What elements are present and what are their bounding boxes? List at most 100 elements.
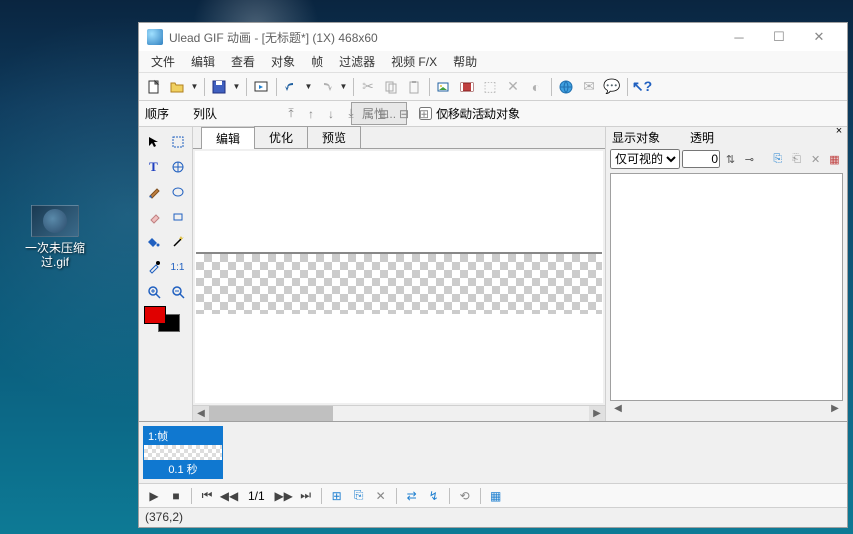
menu-help[interactable]: 帮助 (445, 51, 485, 72)
color-swatch[interactable] (142, 305, 189, 337)
oval-tool[interactable] (166, 180, 189, 204)
add-video-button[interactable] (456, 76, 478, 98)
panel-paste-icon[interactable]: ⎗ (788, 150, 805, 168)
selection-tool[interactable] (166, 130, 189, 154)
menu-videofx[interactable]: 视频 F/X (383, 51, 445, 72)
redo-button[interactable] (315, 76, 337, 98)
statusbar: (376,2) (139, 507, 847, 527)
frame-1[interactable]: 1:帧 0.1 秒 (143, 426, 223, 479)
zoom-out-tool[interactable] (166, 280, 189, 304)
pointer-tool[interactable] (142, 130, 165, 154)
scroll-thumb[interactable] (209, 406, 333, 421)
tool-btn-1[interactable]: ⬚ (479, 76, 501, 98)
zoom-in-tool[interactable] (142, 280, 165, 304)
scroll-right-icon[interactable]: ▶ (589, 406, 605, 421)
save-dropdown[interactable]: ▼ (231, 76, 242, 98)
panel-close-icon[interactable]: × (833, 126, 845, 138)
tool-btn-2[interactable]: ✕ (502, 76, 524, 98)
canvas[interactable] (195, 151, 603, 403)
open-button[interactable] (166, 76, 188, 98)
frame-props-icon[interactable]: ▦ (487, 487, 505, 505)
reverse-icon[interactable]: ↯ (425, 487, 443, 505)
desktop-file-icon[interactable]: 一次未压缩过.gif (15, 205, 95, 269)
order-down-icon[interactable]: ↓ (322, 105, 340, 123)
menu-filter[interactable]: 过滤器 (331, 51, 383, 72)
align-icon-5[interactable]: ⊞ (455, 105, 473, 123)
order-bottom-icon[interactable]: ⤓ (342, 105, 360, 123)
open-dropdown[interactable]: ▼ (189, 76, 200, 98)
tool-btn-3[interactable]: ◐ (525, 76, 547, 98)
preview-button[interactable] (250, 76, 272, 98)
panel-props-icon[interactable]: ▦ (826, 150, 843, 168)
text-tool[interactable]: T (142, 155, 165, 179)
titlebar[interactable]: Ulead GIF 动画 - [无标题*] (1X) 468x60 ─ ☐ ✕ (139, 23, 847, 51)
scroll-left-icon[interactable]: ◀ (193, 406, 209, 421)
stop-icon[interactable]: ■ (167, 487, 185, 505)
undo-button[interactable] (280, 76, 302, 98)
paste-button[interactable] (403, 76, 425, 98)
cursor-coords: (376,2) (145, 510, 183, 524)
del-frame-icon[interactable]: ✕ (372, 487, 390, 505)
panel-hscroll[interactable]: ◀ ▶ (610, 403, 843, 419)
menu-edit[interactable]: 编辑 (183, 51, 223, 72)
transparent-input[interactable] (682, 150, 720, 168)
tab-optimize[interactable]: 优化 (254, 126, 308, 148)
rect-tool[interactable] (166, 205, 189, 229)
brush-tool[interactable] (142, 180, 165, 204)
next-frame-icon[interactable]: ▶▶ (275, 487, 293, 505)
timeline[interactable]: 1:帧 0.1 秒 (139, 421, 847, 483)
loop-icon[interactable]: ⟲ (456, 487, 474, 505)
align-icon-3[interactable]: ⊞ (415, 105, 433, 123)
redo-dropdown[interactable]: ▼ (338, 76, 349, 98)
add-image-button[interactable] (433, 76, 455, 98)
scale-1-1-tool[interactable]: 1:1 (166, 255, 189, 279)
tween-icon[interactable]: ⇄ (403, 487, 421, 505)
first-frame-icon[interactable]: ⏮ (198, 487, 216, 505)
menu-object[interactable]: 对象 (263, 51, 303, 72)
eraser-tool[interactable] (142, 205, 165, 229)
frame-counter: 1/1 (242, 489, 271, 503)
slider-icon[interactable]: ⊸ (741, 150, 758, 168)
tab-preview[interactable]: 预览 (307, 126, 361, 148)
eyedropper-tool[interactable] (142, 255, 165, 279)
align-icon-2[interactable]: ⊟ (395, 105, 413, 123)
chat-button[interactable]: 💬 (601, 76, 623, 98)
menu-file[interactable]: 文件 (143, 51, 183, 72)
canvas-hscroll[interactable]: ◀ ▶ (193, 405, 605, 421)
play-icon[interactable]: ▶ (145, 487, 163, 505)
visibility-select[interactable]: 仅可视的 (610, 149, 680, 169)
add-frame-icon[interactable]: ⊞ (328, 487, 346, 505)
panel-copy-icon[interactable]: ⎘ (769, 150, 786, 168)
fill-tool[interactable] (142, 230, 165, 254)
new-button[interactable] (143, 76, 165, 98)
close-button[interactable]: ✕ (799, 25, 839, 49)
tab-edit[interactable]: 编辑 (201, 127, 255, 149)
panel-delete-icon[interactable]: ✕ (807, 150, 824, 168)
save-button[interactable] (208, 76, 230, 98)
dup-frame-icon[interactable]: ⎘ (350, 487, 368, 505)
menu-frame[interactable]: 帧 (303, 51, 331, 72)
foreground-color[interactable] (144, 306, 166, 324)
object-list[interactable] (610, 173, 843, 401)
spin-icon[interactable]: ⇅ (722, 150, 739, 168)
align-icon-1[interactable]: ⊞ (375, 105, 393, 123)
align-icon-4[interactable]: ⊡ (435, 105, 453, 123)
maximize-button[interactable]: ☐ (759, 25, 799, 49)
last-frame-icon[interactable]: ⏭ (297, 487, 315, 505)
help-button[interactable]: ↖? (631, 76, 653, 98)
undo-dropdown[interactable]: ▼ (303, 76, 314, 98)
scroll-track[interactable] (333, 406, 589, 421)
minimize-button[interactable]: ─ (719, 25, 759, 49)
menu-view[interactable]: 查看 (223, 51, 263, 72)
cut-button[interactable]: ✂ (357, 76, 379, 98)
copy-button[interactable] (380, 76, 402, 98)
order-top-icon[interactable]: ⤒ (282, 105, 300, 123)
wand-tool[interactable] (166, 230, 189, 254)
separator (243, 76, 249, 98)
mail-button[interactable]: ✉ (578, 76, 600, 98)
crop-tool[interactable] (166, 155, 189, 179)
align-icon-6[interactable]: ⊡ (475, 105, 493, 123)
prev-frame-icon[interactable]: ◀◀ (220, 487, 238, 505)
order-up-icon[interactable]: ↑ (302, 105, 320, 123)
web-button[interactable] (555, 76, 577, 98)
